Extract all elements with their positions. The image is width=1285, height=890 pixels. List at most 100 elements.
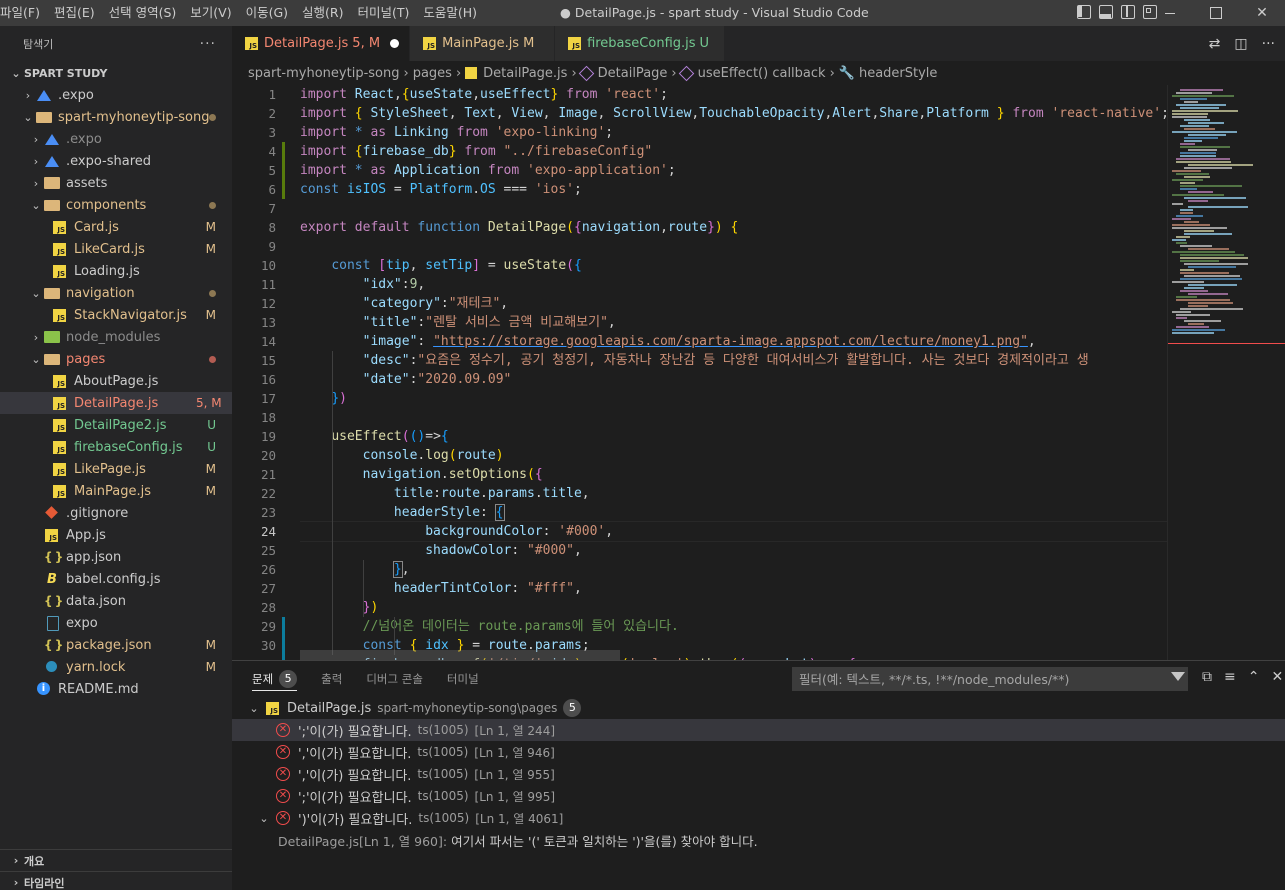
close-window-button[interactable]: ✕ bbox=[1239, 0, 1285, 26]
maximize-button[interactable] bbox=[1193, 0, 1239, 26]
workspace-root[interactable]: ⌄ SPART STUDY bbox=[0, 62, 232, 84]
file-tree-item[interactable]: JS App.js bbox=[0, 524, 232, 546]
menu-selection[interactable]: 선택 영역(S) bbox=[102, 0, 184, 26]
file-tree-item[interactable]: ⌄ components bbox=[0, 194, 232, 216]
problem-item[interactable]: ✕ ';'이(가) 필요합니다. ts(1005) [Ln 1, 열 244] bbox=[232, 719, 1285, 741]
breadcrumb-item[interactable]: spart-myhoneytip-song bbox=[248, 66, 399, 81]
more-actions-icon[interactable]: ··· bbox=[1262, 36, 1275, 52]
menu-terminal[interactable]: 터미널(T) bbox=[351, 0, 417, 26]
tab-label: 출력 bbox=[321, 672, 343, 686]
minimap-line bbox=[1172, 224, 1210, 226]
toggle-secondary-sidebar-icon[interactable] bbox=[1121, 5, 1135, 19]
horizontal-scrollbar[interactable] bbox=[300, 650, 620, 660]
line-number: 26 bbox=[260, 562, 276, 577]
menu-run[interactable]: 실행(R) bbox=[295, 0, 350, 26]
breadcrumb-item[interactable]: pages bbox=[413, 66, 452, 81]
unsaved-dot-icon[interactable] bbox=[390, 39, 400, 48]
code-area[interactable]: import React,{useState,useEffect} from '… bbox=[300, 85, 1167, 660]
menu-view[interactable]: 보기(V) bbox=[183, 0, 238, 26]
chevron-down-icon: ⌄ bbox=[249, 701, 259, 715]
minimap-line bbox=[1180, 185, 1242, 187]
file-tree-item[interactable]: expo bbox=[0, 612, 232, 634]
breadcrumb-item[interactable]: useEffect() callback bbox=[698, 66, 826, 81]
file-tree-item[interactable]: ⌄ navigation bbox=[0, 282, 232, 304]
chevron-right-icon: › bbox=[33, 154, 39, 168]
minimap-line bbox=[1184, 275, 1240, 277]
file-tree-item[interactable]: yarn.lock M bbox=[0, 656, 232, 678]
file-tree-item[interactable]: › .expo bbox=[0, 84, 232, 106]
file-tree-item[interactable]: JS DetailPage.js 5, M bbox=[0, 392, 232, 414]
tab-mainpage[interactable]: JS MainPage.js M bbox=[410, 26, 556, 61]
minimap[interactable] bbox=[1167, 85, 1285, 660]
file-tree-item[interactable]: ⌄ spart-myhoneytip-song bbox=[0, 106, 232, 128]
problem-item[interactable]: ✕ ';'이(가) 필요합니다. ts(1005) [Ln 1, 열 995] bbox=[232, 785, 1285, 807]
file-tree-item-label: data.json bbox=[66, 593, 126, 609]
problem-source: ts(1005) bbox=[417, 723, 469, 737]
problem-location: [Ln 1, 열 244] bbox=[474, 723, 556, 738]
breadcrumb-item[interactable]: DetailPage.js bbox=[483, 66, 567, 81]
tab-terminal[interactable]: 터미널 bbox=[447, 661, 479, 697]
menu-go[interactable]: 이동(G) bbox=[239, 0, 295, 26]
tab-debug-console[interactable]: 디버그 콘솔 bbox=[366, 661, 423, 697]
file-tree-item[interactable]: JS LikeCard.js M bbox=[0, 238, 232, 260]
split-editor-icon[interactable]: ◫ bbox=[1234, 36, 1247, 52]
js-file-icon: JS bbox=[245, 37, 258, 50]
file-tree-item[interactable]: Bbabel.config.js bbox=[0, 568, 232, 590]
menu-help[interactable]: 도움말(H) bbox=[416, 0, 484, 26]
minimize-button[interactable] bbox=[1147, 0, 1193, 26]
problem-file-group[interactable]: ⌄ JS DetailPage.js spart-myhoneytip-song… bbox=[232, 697, 1285, 719]
code-line: console.log(route) bbox=[362, 448, 504, 463]
toggle-sidebar-icon[interactable] bbox=[1077, 5, 1091, 19]
close-panel-icon[interactable]: ✕ bbox=[1271, 669, 1283, 685]
menu-edit[interactable]: 편집(E) bbox=[47, 0, 102, 26]
tab-output[interactable]: 출력 bbox=[321, 661, 342, 697]
tab-problems[interactable]: 문제 5 bbox=[252, 661, 298, 697]
file-tree-item[interactable]: { } data.json bbox=[0, 590, 232, 612]
problem-item[interactable]: ✕ ','이(가) 필요합니다. ts(1005) [Ln 1, 열 955] bbox=[232, 763, 1285, 785]
tab-firebaseconfig[interactable]: JS firebaseConfig.js U bbox=[555, 26, 726, 61]
open-changes-icon[interactable]: ⇄ bbox=[1209, 36, 1221, 52]
timeline-section[interactable]: › 타임라인 bbox=[0, 871, 232, 890]
code-editor[interactable]: 1 2 3 4 5 6 7 8 9 10 11 12 13 14 15 16 17 18 19 20 21 22 23 24 2… bbox=[232, 85, 1285, 660]
file-tree-item[interactable]: › node_modules bbox=[0, 326, 232, 348]
minimap-line bbox=[1172, 131, 1237, 133]
file-tree-item[interactable]: › .expo-shared bbox=[0, 150, 232, 172]
file-tree-item[interactable]: JS StackNavigator.js M bbox=[0, 304, 232, 326]
file-tree-item[interactable]: JS DetailPage2.js U bbox=[0, 414, 232, 436]
minimap-line bbox=[1176, 242, 1187, 244]
file-tree-item[interactable]: JS LikePage.js M bbox=[0, 458, 232, 480]
file-tree-item[interactable]: { } app.json bbox=[0, 546, 232, 568]
minimap-error-line bbox=[1168, 343, 1285, 344]
file-tree-item[interactable]: › assets bbox=[0, 172, 232, 194]
minimap-line bbox=[1184, 230, 1214, 232]
view-as-list-icon[interactable]: ≡ bbox=[1224, 669, 1236, 685]
file-tree-item[interactable]: JS AboutPage.js bbox=[0, 370, 232, 392]
file-tree-item[interactable]: README.md bbox=[0, 678, 232, 700]
problem-item[interactable]: ⌄ ✕ ')'이(가) 필요합니다. ts(1005) [Ln 1, 열 4061] bbox=[232, 807, 1285, 829]
file-tree-item[interactable]: JS firebaseConfig.js U bbox=[0, 436, 232, 458]
minimap-line bbox=[1172, 329, 1225, 331]
more-actions-button[interactable]: ··· bbox=[200, 36, 216, 52]
outline-section[interactable]: › 개요 bbox=[0, 849, 232, 871]
json-icon: { } bbox=[44, 638, 63, 652]
maximize-panel-icon[interactable]: ⌃ bbox=[1248, 669, 1260, 685]
problem-item[interactable]: ✕ ','이(가) 필요합니다. ts(1005) [Ln 1, 열 946] bbox=[232, 741, 1285, 763]
code-line: "image": "https://storage.googleapis.com… bbox=[362, 334, 1036, 349]
file-tree-item[interactable]: JS Loading.js bbox=[0, 260, 232, 282]
related-info-row[interactable]: DetailPage.js[Ln 1, 열 960]: 여기서 파서는 '(' … bbox=[232, 829, 1285, 851]
file-tree-item[interactable]: .gitignore bbox=[0, 502, 232, 524]
problems-filter-input[interactable] bbox=[792, 667, 1188, 691]
file-tree-item[interactable]: JS MainPage.js M bbox=[0, 480, 232, 502]
file-tree-item[interactable]: › .expo bbox=[0, 128, 232, 150]
collapse-all-icon[interactable]: ⧉ bbox=[1202, 669, 1212, 685]
breadcrumb-item[interactable]: headerStyle bbox=[859, 66, 937, 81]
file-tree-item[interactable]: JS Card.js M bbox=[0, 216, 232, 238]
toggle-panel-icon[interactable] bbox=[1099, 5, 1113, 19]
file-tree-item[interactable]: { } package.json M bbox=[0, 634, 232, 656]
filter-icon[interactable] bbox=[1171, 672, 1185, 681]
tab-detailpage[interactable]: JS DetailPage.js 5, M bbox=[232, 26, 411, 61]
minimap-line bbox=[1176, 161, 1231, 163]
file-tree-item[interactable]: ⌄ pages bbox=[0, 348, 232, 370]
breadcrumb-item[interactable]: DetailPage bbox=[598, 66, 668, 81]
menu-file[interactable]: 파일(F) bbox=[0, 0, 47, 26]
